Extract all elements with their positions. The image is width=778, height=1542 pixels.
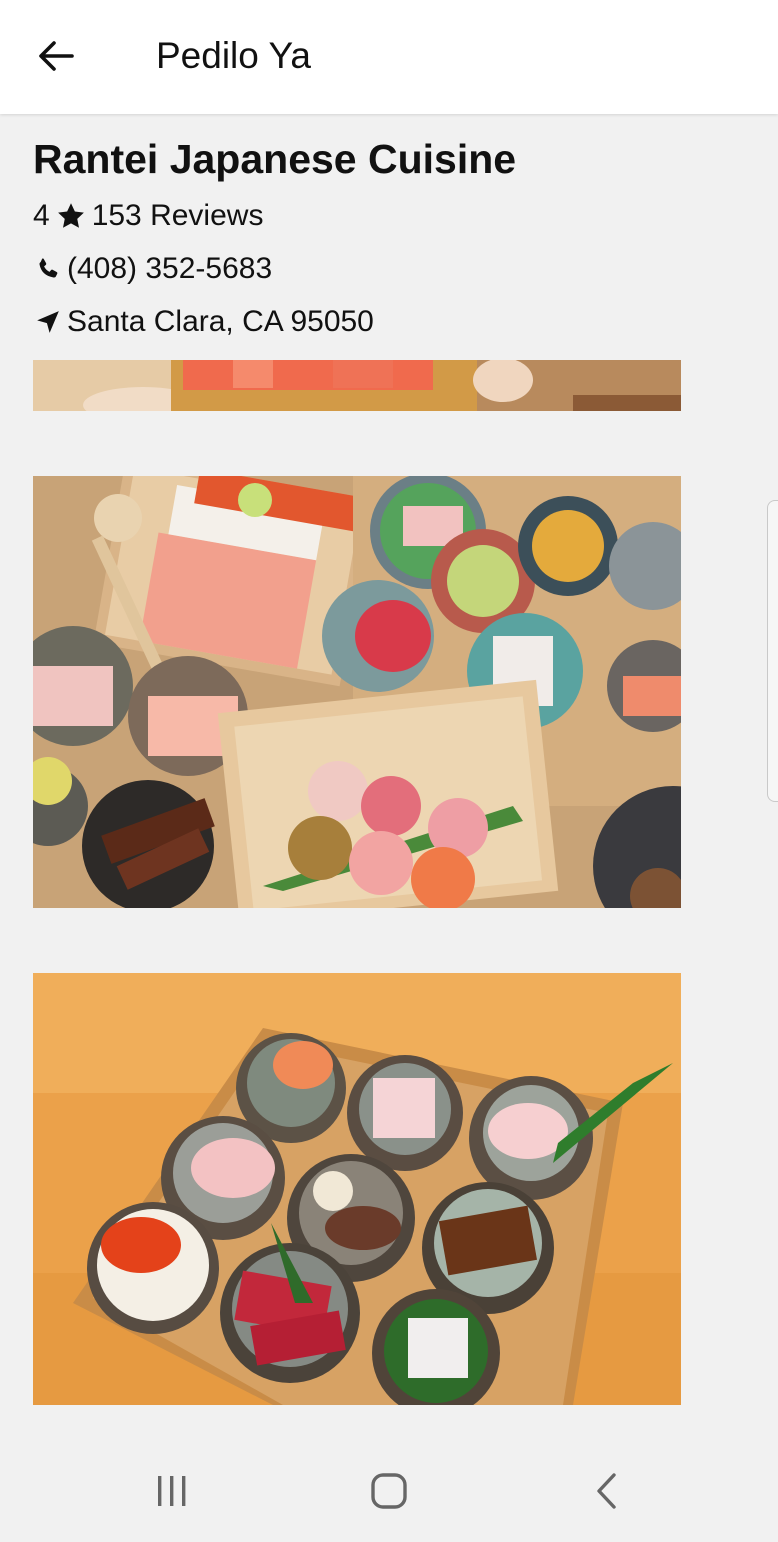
restaurant-name: Rantei Japanese Cuisine [33, 136, 517, 182]
phone-row[interactable]: (408) 352-5683 [33, 249, 516, 289]
phone-number[interactable]: (408) 352-5683 [67, 249, 272, 289]
location-arrow-icon [33, 309, 63, 335]
restaurant-photo[interactable] [33, 360, 681, 411]
food-photo-sushi-grid [33, 973, 681, 1405]
scroll-indicator[interactable] [767, 500, 778, 802]
restaurant-photo[interactable] [33, 973, 681, 1405]
location-text[interactable]: Santa Clara, CA 95050 [67, 302, 374, 342]
home-button[interactable] [359, 1468, 419, 1514]
home-icon [371, 1473, 407, 1509]
restaurant-photo[interactable] [33, 476, 681, 908]
food-photo-bento-box [33, 476, 681, 908]
rating-row: 4 153 Reviews [33, 196, 516, 236]
location-row[interactable]: Santa Clara, CA 95050 [33, 302, 516, 342]
star-icon [56, 201, 86, 231]
phone-icon [33, 256, 63, 282]
system-back-button[interactable] [577, 1468, 637, 1514]
app-title: Pedilo Ya [156, 35, 311, 76]
restaurant-info: Rantei Japanese Cuisine 4 153 Reviews (4… [33, 134, 516, 342]
rating-value: 4 [33, 199, 50, 232]
recents-icon [158, 1476, 186, 1506]
reviews-count: 153 Reviews [91, 199, 264, 232]
back-button[interactable] [30, 30, 82, 82]
arrow-left-icon [39, 41, 74, 71]
food-photo-salmon [33, 360, 681, 411]
system-nav-bar [0, 1440, 778, 1542]
back-chevron-icon [597, 1473, 616, 1509]
recents-button[interactable] [142, 1468, 202, 1514]
app-bar: Pedilo Ya [0, 0, 778, 114]
